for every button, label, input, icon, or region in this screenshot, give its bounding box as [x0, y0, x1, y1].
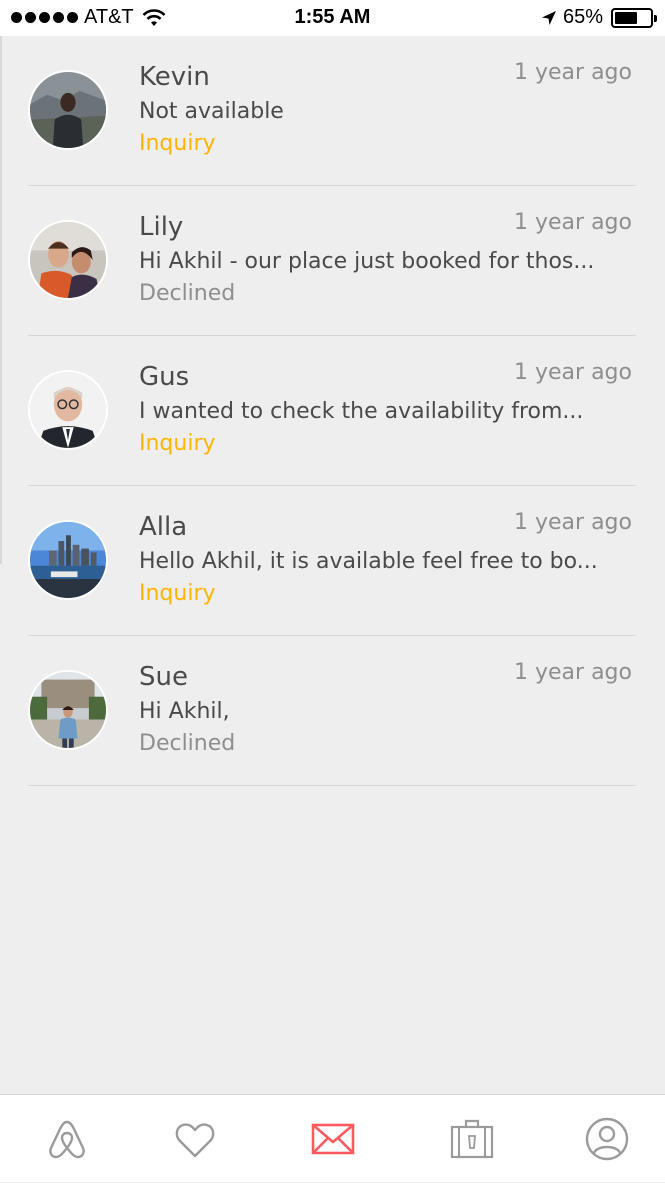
tab-trips[interactable] — [405, 1095, 538, 1183]
tab-inbox[interactable] — [266, 1095, 399, 1183]
message-time: 1 year ago — [514, 510, 632, 535]
message-time: 1 year ago — [514, 210, 632, 235]
reservation-status: Declined — [139, 281, 236, 306]
message-thread[interactable]: Lily 1 year ago Hi Akhil - our place jus… — [28, 186, 636, 336]
battery-group: 65% — [541, 6, 657, 29]
reservation-status: Inquiry — [139, 131, 216, 156]
avatar — [28, 670, 108, 750]
message-preview: Hi Akhil, — [139, 699, 230, 724]
sender-name: Alla — [139, 512, 188, 542]
sender-name: Kevin — [139, 62, 210, 92]
inbox-list[interactable]: Kevin 1 year ago Not available Inquiry L… — [0, 36, 665, 1094]
message-time: 1 year ago — [514, 660, 632, 685]
heart-icon — [175, 1123, 214, 1158]
envelope-icon — [311, 1123, 354, 1155]
airbnb-logo-icon — [48, 1120, 85, 1159]
tab-bar — [0, 1094, 665, 1182]
sender-name: Lily — [139, 212, 184, 242]
message-thread[interactable]: Kevin 1 year ago Not available Inquiry — [28, 36, 636, 186]
suitcase-icon — [450, 1119, 493, 1159]
avatar — [28, 370, 108, 450]
message-preview: Hello Akhil, it is available feel free t… — [139, 549, 598, 574]
message-thread[interactable]: Sue 1 year ago Hi Akhil, Declined — [28, 636, 636, 786]
message-preview: I wanted to check the availability from.… — [139, 399, 584, 424]
avatar — [28, 520, 108, 600]
tab-wishlists[interactable] — [128, 1095, 261, 1183]
user-circle-icon — [585, 1117, 628, 1161]
left-divider — [0, 36, 2, 564]
avatar — [28, 220, 108, 300]
status-bar: AT&T 1:55 AM 65% — [0, 0, 665, 36]
tab-explore[interactable] — [0, 1095, 133, 1183]
battery-percent: 65% — [562, 6, 603, 28]
message-time: 1 year ago — [514, 360, 632, 385]
message-time: 1 year ago — [514, 60, 632, 85]
sender-name: Gus — [139, 362, 190, 392]
message-preview: Hi Akhil - our place just booked for tho… — [139, 249, 595, 274]
reservation-status: Inquiry — [139, 431, 216, 456]
reservation-status: Inquiry — [139, 581, 216, 606]
message-thread[interactable]: Gus 1 year ago I wanted to check the ava… — [28, 336, 636, 486]
sender-name: Sue — [139, 662, 188, 692]
message-preview: Not available — [139, 99, 284, 124]
tab-profile[interactable] — [540, 1095, 665, 1183]
battery-icon — [611, 7, 657, 28]
location-arrow-icon — [541, 10, 556, 25]
message-thread[interactable]: Alla 1 year ago Hello Akhil, it is avail… — [28, 486, 636, 636]
battery-fill — [615, 11, 637, 24]
avatar — [28, 70, 108, 150]
reservation-status: Declined — [139, 731, 236, 756]
